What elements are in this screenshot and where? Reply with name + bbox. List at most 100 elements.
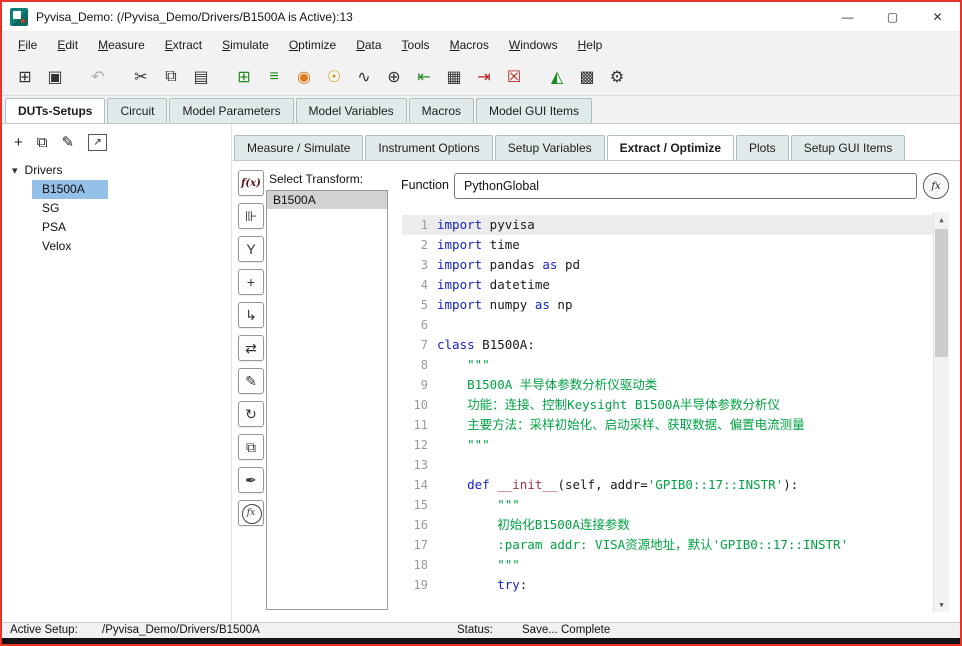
scroll-down-icon[interactable]: ▼ bbox=[934, 597, 949, 612]
plots-icon[interactable]: ◭ bbox=[544, 64, 570, 90]
menu-file[interactable]: File bbox=[8, 33, 47, 57]
tree-item-psa[interactable]: PSA bbox=[32, 218, 108, 237]
code-line: 3 import pandas as pd bbox=[402, 255, 933, 275]
setup-tab-setup-variables[interactable]: Setup Variables bbox=[494, 135, 605, 160]
menu-macros[interactable]: Macros bbox=[440, 33, 499, 57]
menu-extract[interactable]: Extract bbox=[155, 33, 212, 57]
setup-tab-setup-gui-items[interactable]: Setup GUI Items bbox=[790, 135, 906, 160]
setup-tab-measure-simulate[interactable]: Measure / Simulate bbox=[234, 135, 364, 160]
app-window: Pyvisa_Demo: (/Pyvisa_Demo/Drivers/B1500… bbox=[0, 0, 962, 646]
tab-macros[interactable]: Macros bbox=[408, 98, 475, 123]
toolbar-separator bbox=[218, 64, 227, 90]
code-line: 1 import pyvisa bbox=[402, 215, 933, 235]
menu-measure[interactable]: Measure bbox=[88, 33, 155, 57]
tune-fast-icon[interactable]: ◉ bbox=[291, 64, 317, 90]
tree-item-b1500a[interactable]: B1500A bbox=[32, 180, 108, 199]
optimize-icon[interactable]: ∿ bbox=[351, 64, 377, 90]
tab-circuit[interactable]: Circuit bbox=[107, 98, 168, 123]
fx-circle-icon[interactable]: fx bbox=[238, 500, 264, 526]
function-fx-button[interactable]: fx bbox=[923, 173, 949, 199]
refresh-page-icon[interactable]: ↻ bbox=[238, 401, 264, 427]
tab-model-parameters[interactable]: Model Parameters bbox=[169, 98, 294, 123]
code-editor[interactable]: 1 import pyvisa 2 import time 3 import pandas… bbox=[402, 212, 949, 612]
tree-item-velox[interactable]: Velox bbox=[32, 237, 108, 256]
dut-toolbar: + ⧉ ✎ ↗ bbox=[2, 124, 231, 156]
code-text: import datetime bbox=[437, 277, 550, 292]
clear-table-icon[interactable]: ☒ bbox=[501, 64, 527, 90]
menu-edit[interactable]: Edit bbox=[47, 33, 88, 57]
setup-tab-extract-optimize[interactable]: Extract / Optimize bbox=[606, 135, 734, 160]
tree-root-drivers[interactable]: ▾ Drivers bbox=[2, 160, 231, 180]
paste-icon[interactable]: ▤ bbox=[188, 64, 214, 90]
setup-editor-panel: Measure / Simulate Instrument Options Setu… bbox=[233, 124, 960, 622]
edit-page-icon[interactable]: ✎ bbox=[238, 368, 264, 394]
menu-simulate[interactable]: Simulate bbox=[212, 33, 279, 57]
simulate-icon[interactable]: ☉ bbox=[321, 64, 347, 90]
tab-model-gui-items[interactable]: Model GUI Items bbox=[476, 98, 593, 123]
copy-pages-icon[interactable]: ⧉ bbox=[238, 434, 264, 460]
settings-icon[interactable]: ⚙ bbox=[604, 64, 630, 90]
code-line: 12 """ bbox=[402, 435, 933, 455]
open-window-icon[interactable]: ↗ bbox=[88, 133, 108, 151]
open-examples-icon[interactable]: ⊞ bbox=[12, 64, 38, 90]
minimize-button[interactable]: — bbox=[825, 2, 870, 31]
gui-globe-icon[interactable]: ⊕ bbox=[381, 64, 407, 90]
menu-tools[interactable]: Tools bbox=[392, 33, 440, 57]
new-transform-icon[interactable]: f(x) bbox=[238, 170, 264, 196]
instrument-transform-icon[interactable]: ⊪ bbox=[238, 203, 264, 229]
swap-windows-icon[interactable]: ⇄ bbox=[238, 335, 264, 361]
tree-item-sg[interactable]: SG bbox=[32, 199, 108, 218]
vertical-scrollbar[interactable]: ▲ ▼ bbox=[933, 212, 949, 612]
setup-tree: ▾ Drivers B1500A SG PSA Velox bbox=[2, 160, 231, 256]
line-number: 7 bbox=[420, 338, 428, 352]
chevron-down-icon[interactable]: ▾ bbox=[12, 164, 18, 177]
undo-icon[interactable]: ↶ bbox=[85, 64, 111, 90]
setup-tab-instrument-options[interactable]: Instrument Options bbox=[365, 135, 493, 160]
display-plot-icon[interactable]: ⊞ bbox=[231, 64, 257, 90]
setup-tab-plots[interactable]: Plots bbox=[736, 135, 789, 160]
save-icon[interactable]: ▣ bbox=[42, 64, 68, 90]
export-data-icon[interactable]: ⇥ bbox=[471, 64, 497, 90]
edit-dut-icon[interactable]: ✎ bbox=[61, 133, 74, 151]
windows-grid-icon[interactable]: ▦ bbox=[441, 64, 467, 90]
line-number: 13 bbox=[413, 458, 428, 472]
menu-optimize[interactable]: Optimize bbox=[279, 33, 346, 57]
code-text: :param addr: VISA资源地址，默认'GPIB0::17::INST… bbox=[437, 537, 849, 552]
toolbar-separator bbox=[115, 64, 124, 90]
fill-icon[interactable]: ✒ bbox=[238, 467, 264, 493]
code-line: 6 bbox=[402, 315, 933, 335]
copy-icon[interactable]: ⧉ bbox=[158, 64, 184, 90]
code-line: 8 """ bbox=[402, 355, 933, 375]
maximize-button[interactable]: ▢ bbox=[870, 2, 915, 31]
transform-item-b1500a[interactable]: B1500A bbox=[267, 191, 387, 209]
close-button[interactable]: ✕ bbox=[915, 2, 960, 31]
tab-duts-setups[interactable]: DUTs-Setups bbox=[5, 98, 106, 123]
code-lines: 1 import pyvisa 2 import time 3 import pandas… bbox=[402, 215, 933, 595]
import-data-icon[interactable]: ⇤ bbox=[411, 64, 437, 90]
tab-model-variables[interactable]: Model Variables bbox=[295, 98, 407, 123]
transform-list[interactable]: B1500A bbox=[266, 190, 388, 610]
code-text: try: bbox=[497, 577, 528, 592]
line-number: 3 bbox=[420, 258, 428, 272]
status-label: Status: bbox=[457, 624, 493, 636]
menu-windows[interactable]: Windows bbox=[499, 33, 568, 57]
page-arrow-icon[interactable]: ↳ bbox=[238, 302, 264, 328]
line-number: 12 bbox=[413, 438, 428, 452]
add-dut-icon[interactable]: + bbox=[14, 134, 23, 151]
cut-icon[interactable]: ✂ bbox=[128, 64, 154, 90]
scroll-up-icon[interactable]: ▲ bbox=[934, 212, 949, 227]
code-text: import numpy as np bbox=[437, 297, 573, 312]
menu-data[interactable]: Data bbox=[346, 33, 391, 57]
add-transform-icon[interactable]: + bbox=[238, 269, 264, 295]
function-input[interactable] bbox=[454, 173, 917, 199]
gui-items-icon[interactable]: ▩ bbox=[574, 64, 600, 90]
function-label: Function bbox=[401, 178, 449, 192]
code-line: 10 功能：连接、控制Keysight B1500A半导体参数分析仪 bbox=[402, 395, 933, 415]
wye-transform-icon[interactable]: Y bbox=[238, 236, 264, 262]
display-list-icon[interactable]: ≡ bbox=[261, 64, 287, 90]
line-number: 19 bbox=[413, 578, 428, 592]
scrollbar-thumb[interactable] bbox=[935, 229, 948, 357]
duplicate-dut-icon[interactable]: ⧉ bbox=[37, 134, 48, 151]
menu-help[interactable]: Help bbox=[568, 33, 613, 57]
